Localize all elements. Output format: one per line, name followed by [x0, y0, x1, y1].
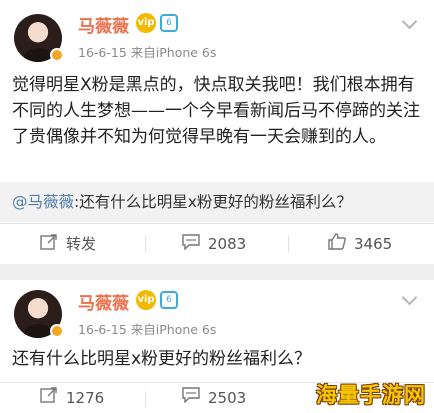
comment-button[interactable]: 2083	[182, 224, 246, 264]
verified-badge-icon	[50, 48, 64, 62]
divider	[145, 391, 146, 407]
chevron-down-icon[interactable]	[401, 289, 418, 306]
post-text: 还有什么比明星x粉更好的粉丝福利么？	[12, 349, 312, 369]
post-separator	[0, 264, 434, 280]
comment-button[interactable]: 2503	[182, 383, 246, 413]
weibo-post-1: 马薇薇 vip 6 16-6-15 来自iPhone 6s 觉得明星X粉是黑点的…	[0, 0, 434, 264]
divider	[145, 236, 146, 252]
post-meta: 16-6-15 来自iPhone 6s	[78, 322, 217, 337]
repost-icon	[40, 383, 58, 413]
like-count: 3465	[354, 235, 393, 253]
post-text: 觉得明星X粉是黑点的，快点取关我吧！我们根本拥有不同的人生梦想——一个今早看新闻…	[12, 75, 420, 147]
verified-badge-icon	[50, 324, 64, 338]
action-bar: 转发 2083 3465	[0, 223, 434, 263]
post-meta: 16-6-15 来自iPhone 6s	[78, 45, 217, 60]
level-icon: 6	[160, 291, 178, 309]
chevron-down-icon[interactable]	[401, 13, 418, 30]
comment-count: 2503	[208, 389, 247, 407]
repost-icon	[40, 225, 58, 265]
repost-button[interactable]: 1276	[40, 383, 104, 413]
like-button[interactable]: 3465	[328, 224, 392, 264]
watermark-logo: 海量手游网	[316, 383, 426, 407]
vip-icon: vip	[136, 13, 156, 33]
vip-icon: vip	[136, 290, 156, 310]
quoted-post[interactable]: @马薇薇:还有什么比明星x粉更好的粉丝福利么？	[0, 182, 434, 222]
repost-label: 转发	[66, 235, 97, 253]
thumbs-up-icon	[328, 225, 346, 265]
divider	[288, 236, 289, 252]
comment-count: 2083	[208, 235, 247, 253]
user-name[interactable]: 马薇薇	[78, 289, 129, 314]
comment-icon	[182, 383, 200, 413]
mention-link[interactable]: @马薇薇	[12, 193, 74, 211]
quoted-text: :还有什么比明星x粉更好的粉丝福利么？	[74, 193, 352, 211]
level-icon: 6	[160, 14, 178, 32]
repost-count: 1276	[66, 389, 105, 407]
comment-icon	[182, 225, 200, 265]
repost-button[interactable]: 转发	[40, 224, 96, 264]
user-name[interactable]: 马薇薇	[78, 12, 129, 37]
